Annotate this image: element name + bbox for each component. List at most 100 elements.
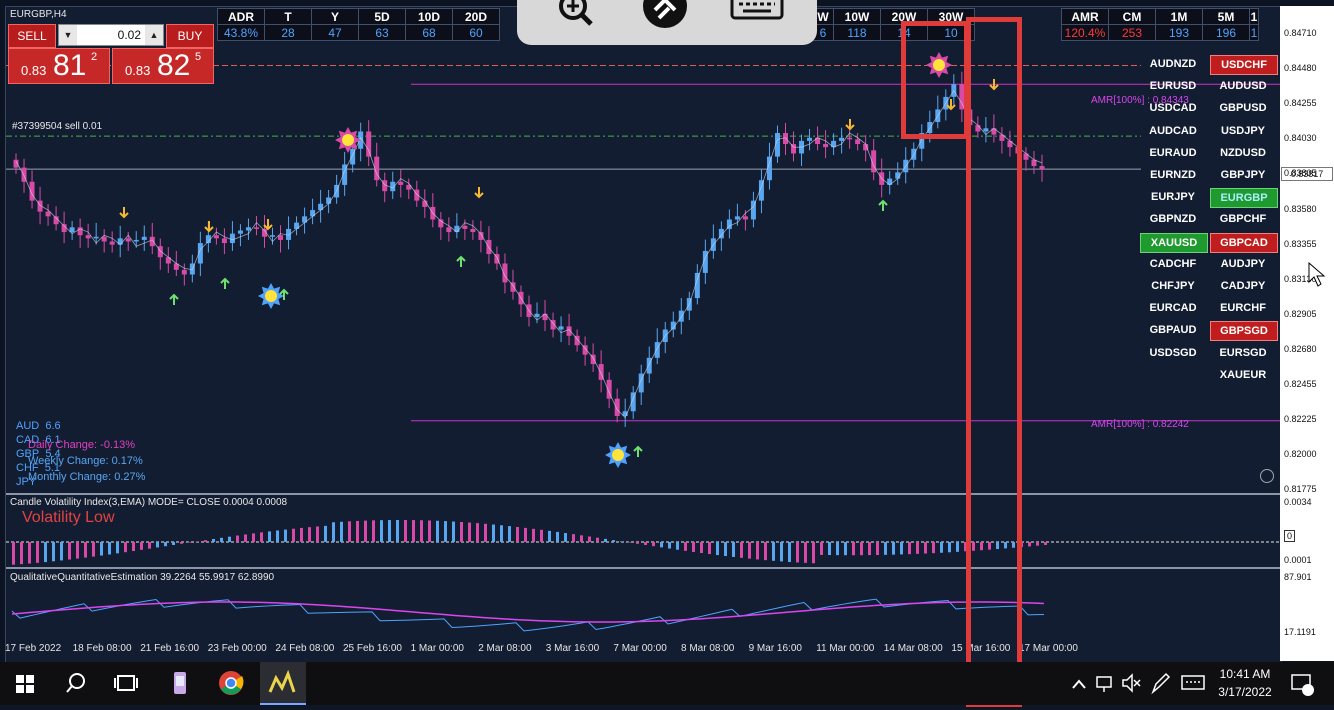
candle-body [782, 133, 788, 145]
stat-value: 118 [833, 24, 881, 41]
symbol-button-usdsgd[interactable]: USDSGD [1140, 344, 1206, 362]
symbol-button-usdchf[interactable]: USDCHF [1210, 55, 1278, 75]
clock-date[interactable]: 3/17/2022 [1212, 685, 1278, 699]
volatility-bar [468, 522, 471, 542]
stat-value: 253 [1108, 24, 1156, 41]
symbol-button-gbpjpy[interactable]: GBPJPY [1210, 166, 1276, 184]
time-label: 25 Feb 16:00 [343, 643, 402, 654]
symbol-button-euraud[interactable]: EURAUD [1140, 144, 1206, 162]
volatility-bar [76, 542, 79, 559]
metatrader-taskbar-icon[interactable] [260, 662, 306, 705]
symbol-button-audjpy[interactable]: AUDJPY [1210, 255, 1276, 273]
task-view-icon[interactable] [112, 662, 140, 705]
symbol-button-gbpusd[interactable]: GBPUSD [1210, 99, 1276, 117]
volatility-bar [180, 542, 183, 544]
price-tick: 0.83805 [1284, 168, 1317, 179]
app-pinned-icon[interactable] [166, 662, 194, 705]
candle-body [221, 238, 227, 244]
symbol-button-audnzd[interactable]: AUDNZD [1140, 55, 1206, 73]
sell-price-box[interactable]: 0.83 81 2 [8, 48, 110, 84]
network-icon[interactable] [1094, 662, 1116, 705]
stat-value: 68 [405, 24, 453, 41]
volume-muted-icon[interactable] [1120, 662, 1142, 705]
lot-increase-icon[interactable]: ▲ [145, 25, 163, 45]
symbol-button-eurjpy[interactable]: EURJPY [1140, 188, 1206, 206]
volatility-bar [804, 542, 807, 563]
volatility-bar [412, 520, 415, 542]
price-tick: 0.82905 [1284, 308, 1317, 319]
pane-separator-2[interactable] [6, 567, 1281, 569]
keyboard-icon[interactable] [729, 0, 784, 32]
notification-icon[interactable] [1288, 662, 1316, 705]
symbol-button-eurgbp[interactable]: EURGBP [1210, 188, 1278, 209]
volatility-bar [28, 542, 31, 564]
symbol-button-cadchf[interactable]: CADCHF [1140, 255, 1206, 273]
symbol-button-usdjpy[interactable]: USDJPY [1210, 122, 1276, 140]
mt4-window: EURGBP,H4 #37399504 sell 0.01 AMR[100%] … [0, 0, 1334, 707]
time-label: 2 Mar 08:00 [478, 643, 532, 654]
lot-size-value[interactable]: 0.02 [81, 25, 141, 45]
stat-header: 20D [452, 8, 500, 25]
zoom-in-icon[interactable] [553, 0, 597, 32]
volatility-bar [252, 533, 255, 542]
buy-price-box[interactable]: 0.83 82 5 [112, 48, 214, 84]
symbol-button-chfjpy[interactable]: CHFJPY [1140, 277, 1206, 295]
symbol-button-eursgd[interactable]: EURSGD [1210, 344, 1276, 362]
volatility-bar [668, 542, 671, 549]
tray-expand-icon[interactable] [1070, 662, 1088, 705]
symbol-button-xauusd[interactable]: XAUUSD [1140, 232, 1208, 253]
windows-start-icon[interactable] [12, 662, 40, 705]
qqe-pane[interactable]: QualitativeQuantitativeEstimation 39.226… [6, 570, 1281, 640]
volatility-bar [564, 533, 567, 542]
symbol-button-audcad[interactable]: AUDCAD [1140, 122, 1206, 140]
time-label: 11 Mar 00:00 [816, 643, 875, 654]
stat-value: 63 [358, 24, 406, 41]
pen-icon[interactable] [1148, 662, 1172, 705]
volatility-bar [276, 530, 279, 542]
lot-size-field[interactable]: ▼ 0.02 ▲ [58, 24, 164, 46]
volatility-bar [652, 542, 655, 547]
candle-body [93, 236, 99, 239]
symbol-button-eurcad[interactable]: EURCAD [1140, 299, 1206, 317]
volatility-bar [572, 534, 575, 542]
volatility-bar [428, 520, 431, 542]
volatility-bar [916, 542, 919, 554]
search-icon[interactable] [62, 662, 90, 705]
symbol-button-xaueur[interactable]: XAUEUR [1210, 366, 1276, 384]
symbol-button-gbpcad[interactable]: GBPCAD [1210, 232, 1278, 253]
symbol-button-gbpnzd[interactable]: GBPNZD [1140, 210, 1206, 228]
volatility-bar [932, 542, 935, 554]
price-tick: 0.82000 [1284, 449, 1317, 460]
symbol-button-eurnzd[interactable]: EURNZD [1140, 166, 1206, 184]
clock-time[interactable]: 10:41 AM [1214, 667, 1276, 681]
symbol-button-audusd[interactable]: AUDUSD [1210, 77, 1276, 95]
sell-button[interactable]: SELL [8, 24, 56, 48]
symbol-button-eurchf[interactable]: EURCHF [1210, 299, 1276, 317]
candle-body [1039, 166, 1045, 170]
price-axis[interactable]: 0.83817 0.0034 0 0.0001 87.901 17.1191 0… [1280, 6, 1334, 661]
time-label: 18 Feb 08:00 [72, 643, 132, 654]
symbol-button-cadjpy[interactable]: CADJPY [1210, 277, 1276, 295]
keyboard-tray-icon[interactable] [1180, 662, 1206, 705]
volatility-bar [492, 524, 495, 542]
volatility-bar [372, 520, 375, 542]
lot-decrease-icon[interactable]: ▼ [59, 25, 77, 45]
volatility-bar [84, 542, 87, 558]
symbol-button-gbpsgd[interactable]: GBPSGD [1210, 321, 1278, 342]
symbol-button-usdcad[interactable]: USDCAD [1140, 99, 1206, 117]
volatility-bar [828, 542, 831, 556]
buy-button[interactable]: BUY [166, 24, 214, 48]
candle-body [470, 228, 476, 233]
volatility-bar [364, 520, 367, 542]
volatility-pane[interactable]: Candle Volatility Index(3,EMA) MODE= CLO… [6, 495, 1281, 567]
symbol-button-gbpchf[interactable]: GBPCHF [1210, 210, 1276, 228]
monthly-change: Monthly Change: 0.27% [28, 471, 146, 483]
symbol-button-gbpaud[interactable]: GBPAUD [1140, 321, 1206, 339]
volatility-bar [116, 542, 119, 554]
chrome-icon[interactable] [216, 662, 246, 705]
volatility-bar [220, 537, 223, 542]
symbol-button-nzdusd[interactable]: NZDUSD [1210, 144, 1276, 162]
remote-control-icon[interactable] [641, 0, 687, 32]
stat-value: 1 [1249, 24, 1259, 41]
symbol-button-eurusd[interactable]: EURUSD [1140, 77, 1206, 95]
